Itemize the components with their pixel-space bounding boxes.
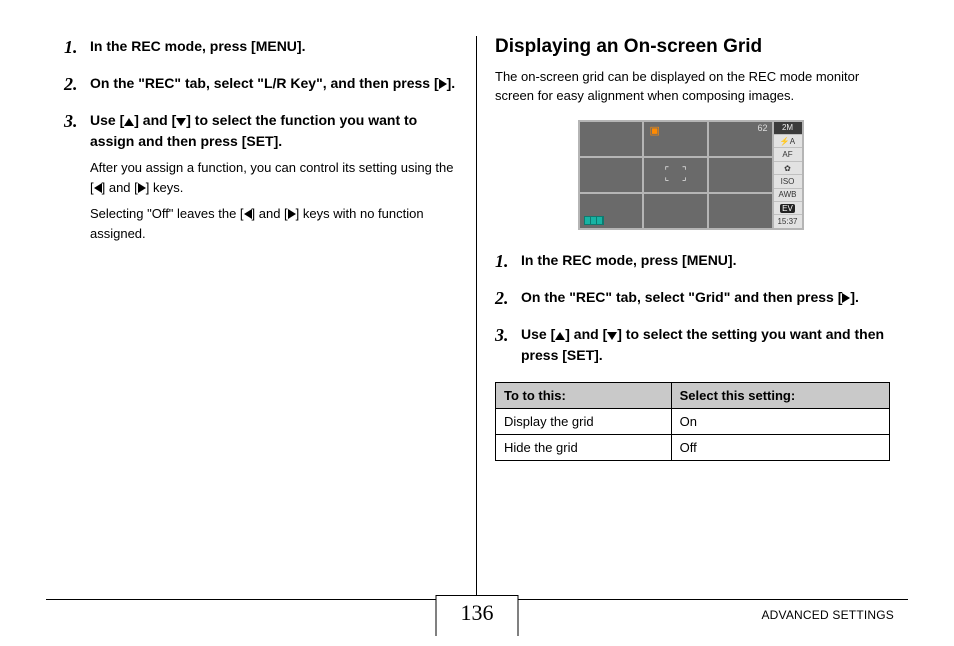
sidebar-label: ⚡A (780, 137, 795, 146)
triangle-right-icon (138, 183, 146, 193)
grid-cell (580, 158, 643, 192)
sidebar-label: EV (780, 204, 795, 213)
step-sub-2: Selecting "Off" leaves the [] and [] key… (90, 204, 458, 244)
sidebar-label: ✿ (784, 164, 791, 173)
table-cell: On (671, 408, 889, 434)
step-text: On the "REC" tab, select "Grid" and then… (521, 289, 842, 305)
sidebar-label: ISO (781, 177, 795, 186)
right-step-1: In the REC mode, press [MENU]. (495, 250, 890, 271)
right-steps: In the REC mode, press [MENU]. On the "R… (495, 250, 890, 366)
triangle-down-icon (607, 332, 617, 340)
footer: 136 ADVANCED SETTINGS (0, 598, 954, 638)
step-text: In the REC mode, press [MENU]. (90, 38, 305, 54)
page-number: 136 (436, 595, 519, 636)
section-title: Displaying an On-screen Grid (495, 36, 890, 58)
sidebar-row: AF (774, 148, 802, 161)
sidebar-label: AWB (779, 190, 797, 199)
triangle-left-icon (244, 209, 252, 219)
sub-text: ] keys. (146, 180, 184, 195)
sidebar-row: ✿ (774, 162, 802, 175)
column-container: In the REC mode, press [MENU]. On the "R… (46, 36, 908, 596)
grid-cell (644, 194, 707, 228)
step-text: Use [ (90, 112, 124, 128)
step-text: Use [ (521, 326, 555, 342)
manual-page: In the REC mode, press [MENU]. On the "R… (0, 0, 954, 646)
step-text: On the "REC" tab, select "L/R Key", and … (90, 75, 439, 91)
step-text: In the REC mode, press [MENU]. (521, 252, 736, 268)
triangle-up-icon (124, 118, 134, 126)
step-text: ] and [ (565, 326, 607, 342)
left-step-2: On the "REC" tab, select "L/R Key", and … (64, 73, 458, 94)
right-column: Displaying an On-screen Grid The on-scre… (477, 36, 908, 596)
grid-illustration: ▣ 62 ⌜⌝⌞⌟ 2M ⚡A AF ✿ ISO AWB EV 15:37 (578, 120, 808, 230)
sidebar-row: ISO (774, 175, 802, 188)
footer-section-label: ADVANCED SETTINGS (761, 608, 894, 622)
grid-cell (709, 158, 772, 192)
table-cell: Hide the grid (496, 434, 672, 460)
sidebar-row: 2M (774, 122, 802, 135)
step-text: ]. (447, 75, 456, 91)
sub-text: ] and [ (252, 206, 288, 221)
table-header: To to this: (496, 382, 672, 408)
grid-cell (580, 122, 643, 156)
sidebar-label: 15:37 (777, 217, 797, 226)
triangle-right-icon (439, 79, 447, 89)
left-steps: In the REC mode, press [MENU]. On the "R… (64, 36, 458, 245)
section-lead: The on-screen grid can be displayed on t… (495, 68, 890, 106)
table-cell: Off (671, 434, 889, 460)
lcd-sidebar: 2M ⚡A AF ✿ ISO AWB EV 15:37 (774, 120, 804, 230)
sidebar-label: 2M (782, 123, 793, 132)
right-step-2: On the "REC" tab, select "Grid" and then… (495, 287, 890, 308)
triangle-down-icon (176, 118, 186, 126)
sub-text: ] and [ (102, 180, 138, 195)
right-step-3: Use [] and [] to select the setting you … (495, 324, 890, 366)
battery-icon (584, 216, 604, 225)
left-column: In the REC mode, press [MENU]. On the "R… (46, 36, 477, 596)
step-text: ] and [ (134, 112, 176, 128)
table-row: Hide the grid Off (496, 434, 890, 460)
triangle-left-icon (94, 183, 102, 193)
step-sub-1: After you assign a function, you can con… (90, 158, 458, 198)
camera-icon: ▣ (650, 124, 660, 137)
sidebar-row: AWB (774, 189, 802, 202)
step-text: ]. (850, 289, 859, 305)
triangle-right-icon (288, 209, 296, 219)
triangle-up-icon (555, 332, 565, 340)
left-step-3: Use [] and [] to select the function you… (64, 110, 458, 245)
focus-brackets-icon: ⌜⌝⌞⌟ (665, 167, 687, 183)
lcd-screen: ▣ 62 ⌜⌝⌞⌟ (578, 120, 774, 230)
sub-text: Selecting "Off" leaves the [ (90, 206, 244, 221)
table-header-row: To to this: Select this setting: (496, 382, 890, 408)
sidebar-row: EV (774, 202, 802, 215)
sidebar-label: AF (782, 150, 792, 159)
sidebar-row: 15:37 (774, 215, 802, 227)
table-row: Display the grid On (496, 408, 890, 434)
table-cell: Display the grid (496, 408, 672, 434)
settings-table: To to this: Select this setting: Display… (495, 382, 890, 461)
left-step-1: In the REC mode, press [MENU]. (64, 36, 458, 57)
table-header: Select this setting: (671, 382, 889, 408)
shot-count: 62 (757, 123, 767, 133)
grid-cell (709, 194, 772, 228)
sidebar-row: ⚡A (774, 135, 802, 148)
